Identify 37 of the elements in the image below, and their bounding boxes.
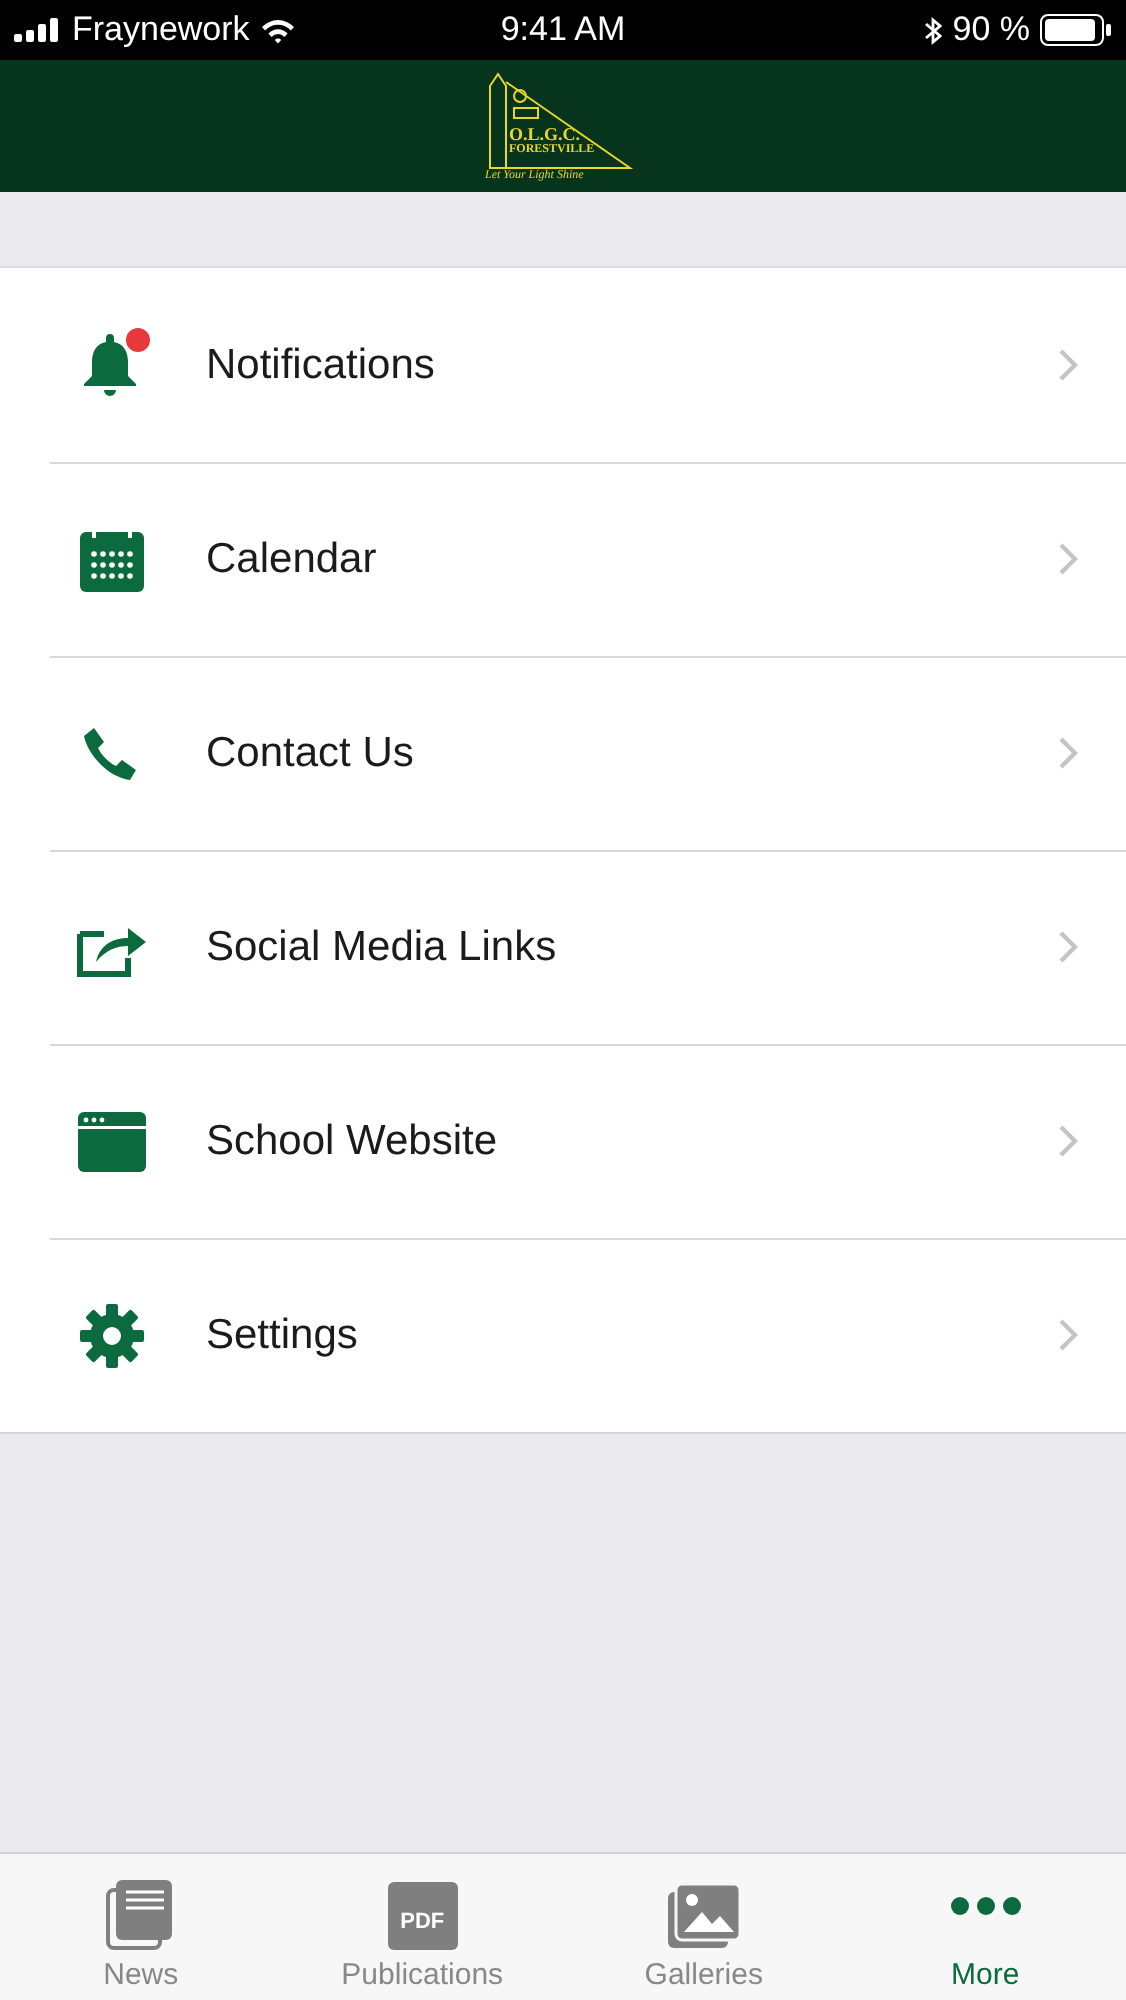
battery-icon [1040,14,1112,46]
lighthouse-logo-icon [485,70,633,170]
menu-item[interactable]: School Website [0,1044,1126,1238]
tab-item[interactable]: More [844,1854,1126,2000]
status-time: 9:41 AM [500,10,626,50]
wifi-icon [259,17,296,43]
menu-item[interactable]: Calendar [0,462,1126,656]
bluetooth-icon [924,15,943,45]
menu-item-label: Calendar [206,535,379,583]
more-dots-icon [949,1896,1022,1916]
settings-icon [78,1301,146,1369]
menu-item[interactable]: Contact Us [0,656,1126,850]
newspaper-icon [106,1878,175,1950]
tab-item[interactable]: PDF Publications [281,1854,563,2000]
carrier-name: Fraynework [72,10,250,50]
chevron-icon [1058,930,1078,964]
menu-item-label: Social Media Links [206,923,559,971]
notification-badge [126,327,150,351]
signal-icon [14,18,62,42]
menu-item[interactable]: Social Media Links [0,850,1126,1044]
chevron-icon [1058,348,1078,382]
pdf-folder-icon: PDF [387,1882,458,1950]
menu-item[interactable]: Notifications [0,268,1126,462]
chevron-icon [1058,542,1078,576]
menu-item-label: Settings [206,1311,360,1359]
menu-item[interactable]: Settings [0,1238,1126,1432]
chevron-icon [1058,1124,1078,1158]
chevron-icon [1058,736,1078,770]
photo-gallery-icon [665,1882,742,1950]
menu-item-label: Contact Us [206,729,416,777]
logo-title: O.L.G.C. [509,126,583,144]
browser-window-icon [78,1111,146,1171]
menu-item-label: School Website [206,1117,500,1165]
chevron-icon [1058,1318,1078,1352]
battery-percent: 90 % [952,10,1030,50]
phone-icon [82,723,142,783]
menu-item-label: Notifications [206,341,437,389]
